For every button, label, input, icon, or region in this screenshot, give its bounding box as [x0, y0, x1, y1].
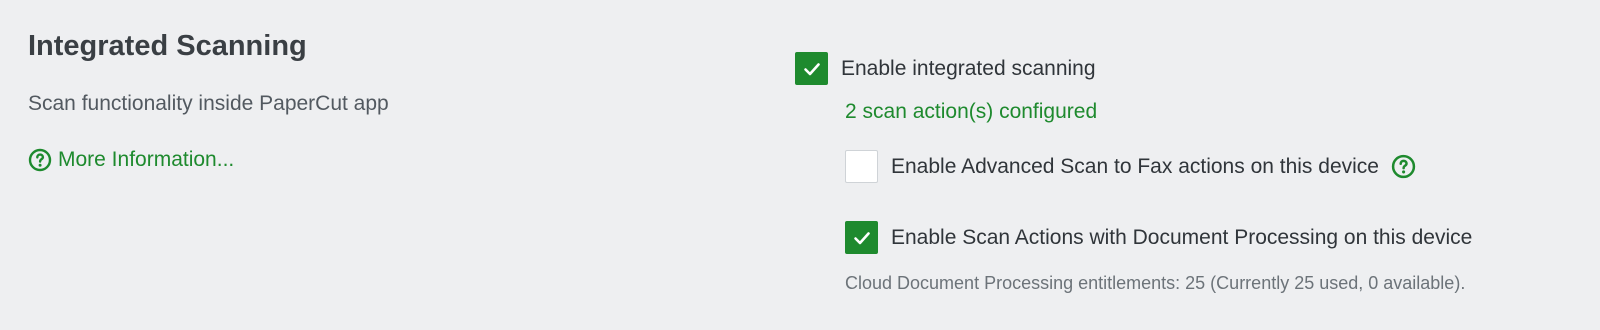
section-description: Scan functionality inside PaperCut app [28, 92, 389, 115]
advanced-fax-label: Enable Advanced Scan to Fax actions on t… [891, 154, 1379, 178]
enable-scanning-row: Enable integrated scanning [795, 52, 1575, 85]
scan-actions-status[interactable]: 2 scan action(s) configured [845, 98, 1575, 126]
entitlements-note: Cloud Document Processing entitlements: … [845, 273, 1466, 293]
question-circle-icon[interactable] [1391, 154, 1416, 179]
checkmark-icon [803, 62, 820, 75]
settings-panel: Enable integrated scanning 2 scan action… [795, 52, 1575, 295]
enable-scanning-label: Enable integrated scanning [841, 56, 1096, 80]
question-circle-icon [28, 148, 52, 172]
checkmark-icon [853, 231, 870, 244]
document-processing-label: Enable Scan Actions with Document Proces… [891, 225, 1473, 249]
enable-scanning-checkbox[interactable] [795, 52, 828, 85]
advanced-fax-checkbox[interactable] [845, 150, 878, 183]
document-processing-row: Enable Scan Actions with Document Proces… [845, 221, 1575, 254]
document-processing-checkbox[interactable] [845, 221, 878, 254]
section-info: Integrated Scanning Scan functionality i… [28, 28, 728, 174]
advanced-fax-row: Enable Advanced Scan to Fax actions on t… [845, 150, 1575, 183]
more-information-label: More Information... [58, 148, 235, 171]
section-title: Integrated Scanning [28, 30, 307, 62]
more-information-link[interactable]: More Information... [28, 146, 728, 174]
